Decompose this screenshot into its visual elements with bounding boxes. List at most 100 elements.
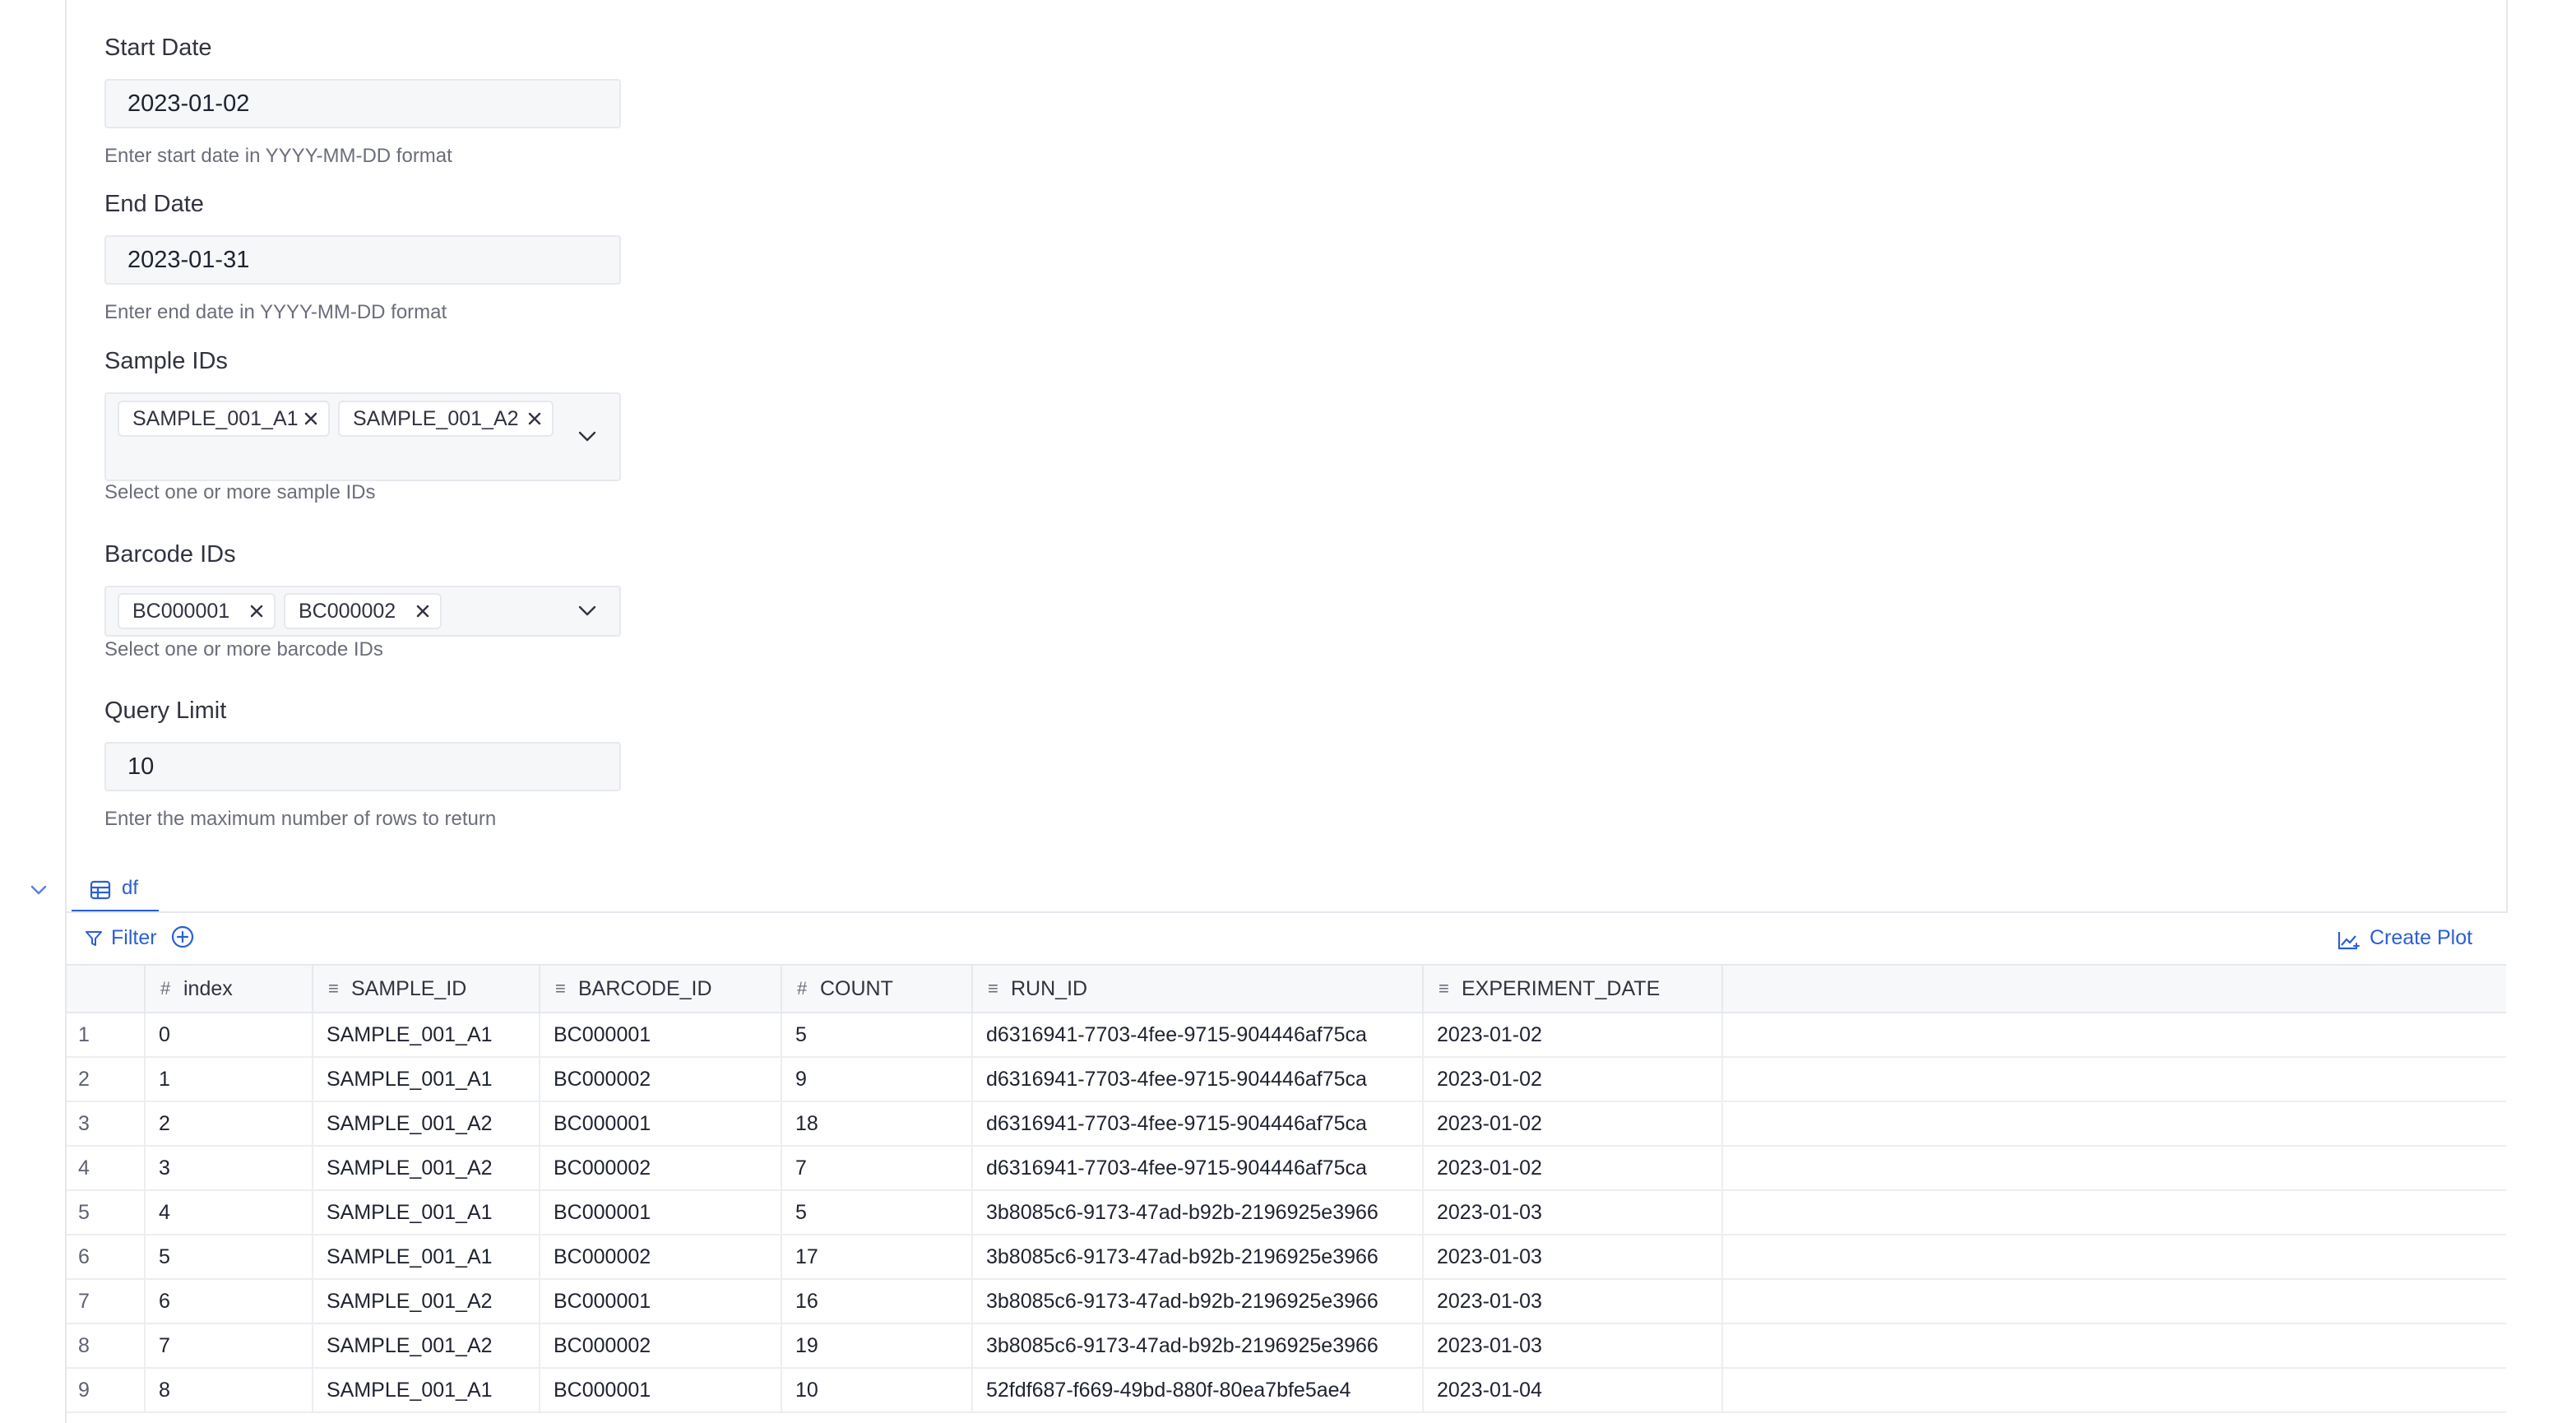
table-cell[interactable]: 10 (782, 1369, 973, 1411)
table-cell[interactable]: 2023-01-03 (1424, 1280, 1723, 1323)
chip-label: SAMPLE_001_A2 (353, 407, 519, 430)
table-cell[interactable]: 3b8085c6-9173-47ad-b92b-2196925e3966 (973, 1324, 1424, 1367)
table-cell[interactable]: BC000001 (540, 1102, 782, 1145)
table-row[interactable]: 3 2 SAMPLE_001_A2 BC000001 18 d6316941-7703-4… (67, 1102, 2506, 1147)
table-cell[interactable]: 2 (146, 1102, 313, 1145)
chevron-down-icon[interactable] (578, 431, 596, 443)
table-cell[interactable]: 6 (146, 1280, 313, 1323)
table-cell[interactable]: 52fdf687-f669-49bd-880f-80ea7bfe5ae4 (973, 1369, 1424, 1411)
start-date-input[interactable] (104, 79, 621, 128)
table-cell[interactable]: SAMPLE_001_A1 (313, 1369, 540, 1411)
table-cell[interactable]: BC000002 (540, 1324, 782, 1367)
text-lines-icon: ≡ (328, 978, 339, 999)
table-row[interactable]: 5 4 SAMPLE_001_A1 BC000001 5 3b8085c6-9173-47… (67, 1191, 2506, 1235)
plus-circle-icon[interactable] (170, 925, 195, 949)
table-cell[interactable]: 4 (146, 1191, 313, 1234)
chip-label: BC000002 (299, 600, 396, 623)
table-cell[interactable]: SAMPLE_001_A2 (313, 1280, 540, 1323)
table-cell[interactable]: 18 (782, 1102, 973, 1145)
table-cell[interactable]: SAMPLE_001_A2 (313, 1147, 540, 1189)
table-cell[interactable]: 0 (146, 1013, 313, 1056)
table-cell[interactable]: 2023-01-03 (1424, 1324, 1723, 1367)
end-date-input[interactable] (104, 235, 621, 285)
table-cell[interactable]: SAMPLE_001_A1 (313, 1235, 540, 1278)
row-number: 4 (67, 1147, 146, 1189)
column-header-run-id[interactable]: ≡ RUN_ID (973, 966, 1424, 1012)
table-cell[interactable]: SAMPLE_001_A1 (313, 1058, 540, 1101)
table-cell[interactable]: 7 (782, 1147, 973, 1189)
barcode-ids-field: Barcode IDs BC000001 BC000002 Select one… (104, 538, 623, 678)
table-cell[interactable]: 3b8085c6-9173-47ad-b92b-2196925e3966 (973, 1191, 1424, 1234)
table-cell[interactable]: BC000002 (540, 1147, 782, 1189)
hash-icon: # (797, 978, 808, 999)
table-cell[interactable]: BC000001 (540, 1013, 782, 1056)
query-limit-input[interactable] (104, 742, 621, 791)
table-cell[interactable]: 2023-01-02 (1424, 1013, 1723, 1056)
table-cell[interactable]: 1 (146, 1058, 313, 1101)
table-cell[interactable]: SAMPLE_001_A2 (313, 1324, 540, 1367)
table-cell[interactable]: 2023-01-02 (1424, 1058, 1723, 1101)
table-cell[interactable]: 5 (782, 1191, 973, 1234)
table-cell[interactable]: 3 (146, 1147, 313, 1189)
table-row[interactable]: 7 6 SAMPLE_001_A2 BC000001 16 3b8085c6-9173-4… (67, 1280, 2506, 1324)
table-row[interactable]: 2 1 SAMPLE_001_A1 BC000002 9 d6316941-7703-4f… (67, 1058, 2506, 1102)
text-lines-icon: ≡ (555, 978, 566, 999)
table-cell[interactable]: BC000001 (540, 1191, 782, 1234)
table-cell[interactable]: 19 (782, 1324, 973, 1367)
barcode-ids-label: Barcode IDs (104, 541, 236, 568)
data-table: # index ≡ SAMPLE_ID ≡ BARCODE_ID # COUNT ≡ RUN_ID… (67, 964, 2506, 1423)
sample-ids-multiselect[interactable]: SAMPLE_001_A1 SAMPLE_001_A2 (104, 392, 621, 481)
table-cell[interactable]: 17 (782, 1235, 973, 1278)
table-row[interactable]: 6 5 SAMPLE_001_A1 BC000002 17 3b8085c6-9173-4… (67, 1235, 2506, 1280)
table-cell[interactable]: BC000001 (540, 1369, 782, 1411)
table-cell[interactable]: 3b8085c6-9173-47ad-b92b-2196925e3966 (973, 1235, 1424, 1278)
table-cell[interactable]: 8 (146, 1369, 313, 1411)
table-cell[interactable]: BC000002 (540, 1058, 782, 1101)
table-row[interactable]: 9 8 SAMPLE_001_A1 BC000001 10 52fdf687-f669-4… (67, 1369, 2506, 1413)
table-cell[interactable]: 5 (782, 1013, 973, 1056)
tab-df[interactable]: df (72, 870, 159, 913)
table-row[interactable]: 4 3 SAMPLE_001_A2 BC000002 7 d6316941-7703-4f… (67, 1147, 2506, 1191)
create-plot-label: Create Plot (2370, 926, 2473, 949)
table-cell[interactable]: 16 (782, 1280, 973, 1323)
sample-id-chip: SAMPLE_001_A2 (338, 401, 554, 437)
table-cell[interactable]: d6316941-7703-4fee-9715-904446af75ca (973, 1013, 1424, 1056)
table-cell[interactable]: d6316941-7703-4fee-9715-904446af75ca (973, 1058, 1424, 1101)
table-cell[interactable]: SAMPLE_001_A2 (313, 1102, 540, 1145)
table-cell[interactable]: 2023-01-03 (1424, 1235, 1723, 1278)
table-cell[interactable]: BC000002 (540, 1235, 782, 1278)
close-icon[interactable] (303, 411, 318, 426)
table-cell[interactable]: 2023-01-02 (1424, 1102, 1723, 1145)
table-row[interactable]: 1 0 SAMPLE_001_A1 BC000001 5 d6316941-7703-4f… (67, 1013, 2506, 1058)
table-cell[interactable]: 7 (146, 1324, 313, 1367)
close-icon[interactable] (415, 604, 430, 619)
cell-border-right (2506, 0, 2508, 913)
table-cell[interactable]: 2023-01-02 (1424, 1147, 1723, 1189)
table-cell[interactable]: BC000001 (540, 1280, 782, 1323)
table-cell[interactable]: d6316941-7703-4fee-9715-904446af75ca (973, 1102, 1424, 1145)
table-row[interactable]: 8 7 SAMPLE_001_A2 BC000002 19 3b8085c6-9173-4… (67, 1324, 2506, 1369)
column-header-label: COUNT (820, 977, 893, 1000)
row-number: 6 (67, 1235, 146, 1278)
column-header-sample-id[interactable]: ≡ SAMPLE_ID (313, 966, 540, 1012)
table-cell[interactable]: 3b8085c6-9173-47ad-b92b-2196925e3966 (973, 1280, 1424, 1323)
close-icon[interactable] (249, 604, 264, 619)
create-plot-button[interactable]: Create Plot (2337, 926, 2485, 954)
barcode-ids-multiselect[interactable]: BC000001 BC000002 (104, 586, 621, 637)
chevron-down-icon[interactable] (578, 605, 596, 617)
row-number: 5 (67, 1191, 146, 1234)
column-header-barcode-id[interactable]: ≡ BARCODE_ID (540, 966, 782, 1012)
table-cell[interactable]: SAMPLE_001_A1 (313, 1013, 540, 1056)
chevron-down-icon[interactable] (30, 885, 47, 896)
column-header-index[interactable]: # index (146, 966, 313, 1012)
table-cell[interactable]: SAMPLE_001_A1 (313, 1191, 540, 1234)
column-header-experiment-date[interactable]: ≡ EXPERIMENT_DATE (1424, 966, 1723, 1012)
table-cell[interactable]: 2023-01-04 (1424, 1369, 1723, 1411)
table-cell[interactable]: 5 (146, 1235, 313, 1278)
table-cell[interactable]: 9 (782, 1058, 973, 1101)
table-cell[interactable]: 2023-01-03 (1424, 1191, 1723, 1234)
chip-label: SAMPLE_001_A1 (132, 407, 299, 430)
table-cell[interactable]: d6316941-7703-4fee-9715-904446af75ca (973, 1147, 1424, 1189)
close-icon[interactable] (527, 411, 542, 426)
column-header-count[interactable]: # COUNT (782, 966, 973, 1012)
